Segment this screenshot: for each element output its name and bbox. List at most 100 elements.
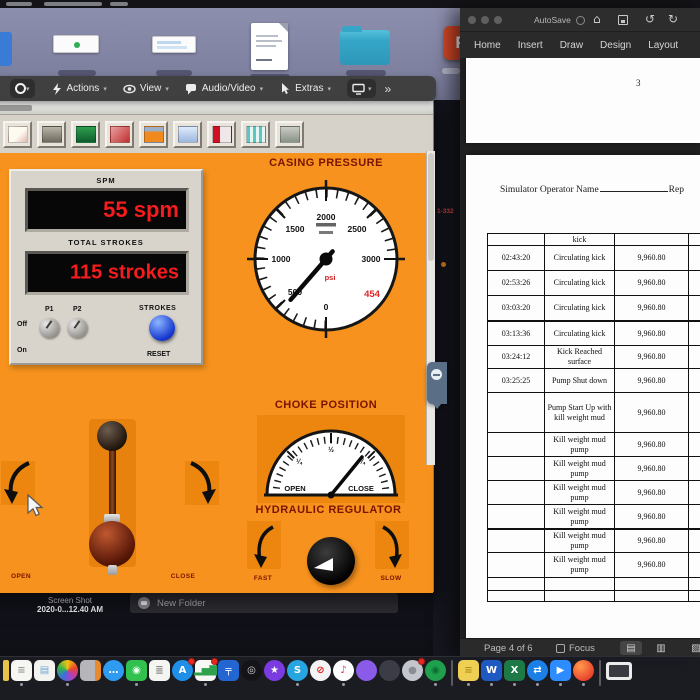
regulator-knob[interactable] <box>307 537 355 585</box>
dock-appstore[interactable]: A <box>172 658 195 681</box>
menu-actions[interactable]: Actions ▾ <box>51 82 107 95</box>
scrollbar-thumb[interactable] <box>428 153 434 261</box>
dock-music[interactable]: ♪ <box>333 660 354 686</box>
desktop-file-new-folder[interactable]: New Folder <box>130 593 398 613</box>
dock-icon: ◉ <box>425 660 446 681</box>
dock-notes-doc[interactable]: ≣ <box>149 660 170 681</box>
teamviewer-logo-icon <box>15 83 26 94</box>
dock-dark-app[interactable] <box>379 660 400 681</box>
focus-button[interactable]: Focus <box>556 643 595 654</box>
tab-design[interactable]: Design <box>600 40 631 51</box>
strokes-display: 115 strokes <box>25 251 189 295</box>
dock-photos[interactable] <box>57 660 78 686</box>
dock-word[interactable]: W <box>481 660 502 686</box>
dock-facetime[interactable]: ◉ <box>126 660 147 686</box>
tb-panel-dark-red[interactable] <box>207 120 236 148</box>
desktop-file-screenshot[interactable]: Screen Shot 2020-0...12.40 AM <box>18 596 122 614</box>
menu-extras[interactable]: Extras ▾ <box>279 82 331 95</box>
eye-icon <box>123 84 136 93</box>
menu-audio-video[interactable]: Audio/Video ▾ <box>185 83 263 95</box>
tb-console-red[interactable] <box>105 120 134 148</box>
view-mode-print[interactable]: ▤ <box>620 641 642 655</box>
dock-turntable[interactable]: ◎ <box>241 660 262 681</box>
dock-disk[interactable]: ● <box>402 658 425 681</box>
autosave-toggle[interactable] <box>576 16 585 25</box>
view-mode-partial[interactable]: ▨ <box>685 641 700 655</box>
simulator-scrollbar[interactable] <box>426 151 435 465</box>
tab-layout[interactable]: Layout <box>648 40 678 51</box>
page-indicator[interactable]: Page 4 of 6 <box>484 643 533 654</box>
desktop-icon-screenshot-1[interactable] <box>53 35 99 53</box>
dock-divider-2[interactable] <box>596 660 604 686</box>
p2-knob[interactable] <box>67 318 87 338</box>
view-mode-web[interactable]: ▥ <box>650 641 672 655</box>
p1-knob[interactable] <box>39 318 59 338</box>
dock-screenshot-thumbnail[interactable] <box>606 660 632 680</box>
home-icon[interactable]: ⌂ <box>593 12 601 26</box>
desktop-icon-folder[interactable] <box>340 26 390 65</box>
tb-panel-orange[interactable] <box>139 120 168 148</box>
dock-textedit[interactable]: ≡ <box>11 660 32 686</box>
desktop-icon-document[interactable] <box>251 23 288 70</box>
session-side-tab[interactable] <box>427 362 447 409</box>
toolbar-button-icon <box>245 125 266 143</box>
tb-monitor[interactable] <box>275 120 304 148</box>
cell-extra <box>689 246 700 270</box>
tb-console-green[interactable] <box>71 120 100 148</box>
minimize-button[interactable] <box>481 16 489 24</box>
toolbar-overflow-button[interactable]: » <box>384 82 391 96</box>
tick-1000: 1000 <box>272 254 291 264</box>
dock-messages[interactable]: … <box>103 660 124 681</box>
monitor-select-button[interactable]: ▾ <box>346 79 377 98</box>
tab-home[interactable]: Home <box>474 40 501 51</box>
redo-icon[interactable]: ↻ <box>668 12 678 26</box>
dock-icon: ≡ <box>11 660 32 681</box>
tb-panel-blue[interactable] <box>173 120 202 148</box>
dock-firefox[interactable] <box>573 660 594 686</box>
dock-blocked[interactable]: ⊘ <box>310 660 331 681</box>
save-icon[interactable] <box>618 15 628 25</box>
cell-description: Kill weight mud pump <box>545 553 615 577</box>
title-text-smudge <box>0 105 32 111</box>
cell-depth: 9,960.80 <box>615 481 689 504</box>
increase-arrow-icon <box>382 525 402 568</box>
dock-stickies[interactable]: ≡ <box>458 660 479 686</box>
tb-schematic[interactable] <box>3 120 32 148</box>
maximize-button[interactable] <box>494 16 502 24</box>
tab-draw[interactable]: Draw <box>560 40 583 51</box>
tb-strip-teal[interactable] <box>241 120 270 148</box>
dock-glyph: ● <box>408 665 417 676</box>
dock-podcasts[interactable] <box>356 660 377 681</box>
dock-skype[interactable]: S <box>287 660 308 686</box>
dock-excel[interactable]: X <box>504 660 525 686</box>
dock-teamviewer[interactable]: ⇄ <box>527 660 548 686</box>
close-button[interactable] <box>468 16 476 24</box>
undo-icon[interactable]: ↺ <box>645 12 655 26</box>
dock-green-app[interactable]: ◉ <box>425 660 446 686</box>
strokes-reset-button[interactable] <box>149 315 175 341</box>
tb-equipment[interactable] <box>37 120 66 148</box>
dock-window-app[interactable] <box>80 660 101 681</box>
tick-2500: 2500 <box>348 224 367 234</box>
lever-base[interactable] <box>89 521 135 567</box>
desktop-icon-screenshot-2[interactable] <box>152 36 196 53</box>
dock-glyph: ≣ <box>155 665 164 676</box>
table-row: 03:13:36 Circulating kick 9,960.80 <box>488 321 700 346</box>
menu-view[interactable]: View ▾ <box>123 83 169 95</box>
session-menu-button[interactable]: ▾ <box>10 79 35 98</box>
event-log-table: kick 02:43:20 Circulating kick 9,960.80 <box>487 233 700 602</box>
choke-lever[interactable] <box>97 421 127 451</box>
dock-keynote[interactable]: ╤ <box>218 660 239 681</box>
desktop-icon-partial[interactable] <box>0 32 12 66</box>
dock-zoom[interactable]: ▶ <box>550 660 571 686</box>
dock-siri-star[interactable]: ★ <box>264 660 285 681</box>
cell-extra <box>689 346 700 368</box>
dock-divider-1[interactable] <box>448 660 456 686</box>
dock-stats[interactable]: ▂▅▇ <box>194 658 218 686</box>
document-canvas[interactable]: 3 Simulator Operator Name Rep kick 02:43… <box>460 58 700 638</box>
dock-app-partial[interactable] <box>3 660 9 681</box>
simulator-titlebar[interactable] <box>0 101 433 115</box>
dock-preview[interactable]: ▤ <box>34 660 55 681</box>
page-number: 3 <box>636 78 641 88</box>
tab-insert[interactable]: Insert <box>518 40 543 51</box>
